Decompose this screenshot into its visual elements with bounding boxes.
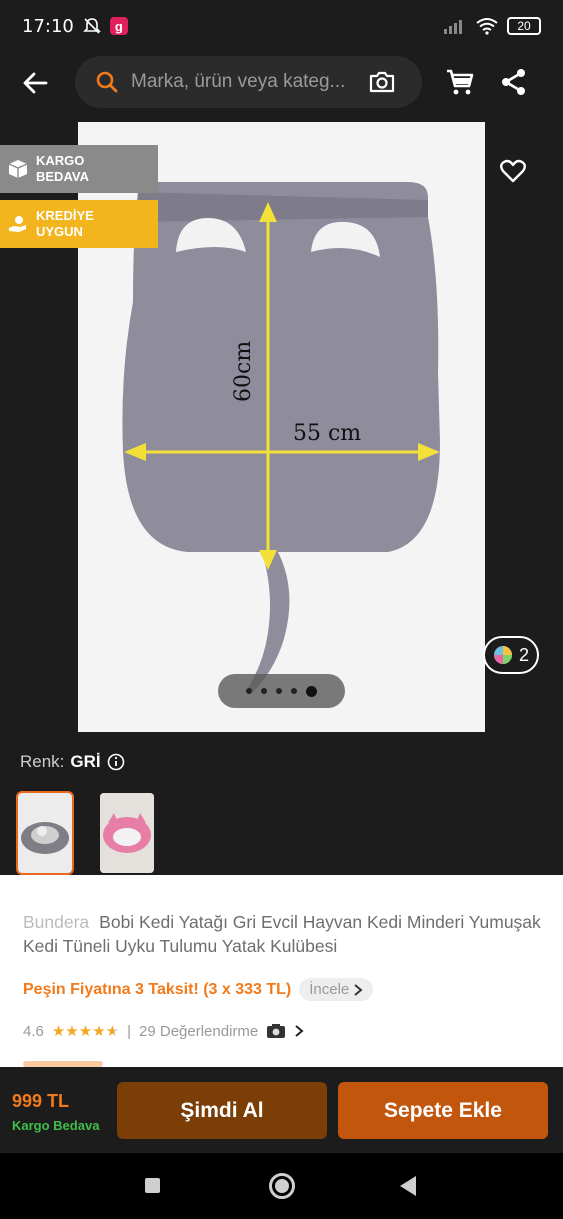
color-selector-label: Renk: GRİ <box>20 752 125 772</box>
wifi-icon <box>476 18 498 35</box>
product-info-card: Bundera Bobi Kedi Yatağı Gri Evcil Hayvan… <box>0 875 563 1067</box>
heart-icon <box>500 159 526 183</box>
back-triangle-icon[interactable] <box>400 1176 416 1196</box>
pagination-dot[interactable] <box>261 688 267 694</box>
gray-bed-thumbnail <box>18 793 72 873</box>
product-price: 999 TL <box>12 1091 70 1111</box>
search-bar[interactable]: Marka, ürün veya kateg... <box>75 56 422 108</box>
product-name: Bobi Kedi Yatağı Gri Evcil Hayvan Kedi M… <box>23 912 541 956</box>
search-icon <box>96 71 118 93</box>
arrow-left-icon <box>23 72 48 94</box>
review-count: 29 Değerlendirme <box>139 1022 259 1040</box>
divider: | <box>127 1022 132 1040</box>
recents-icon[interactable] <box>145 1178 160 1193</box>
pagination-dot[interactable] <box>246 688 252 694</box>
status-time: 17:10 <box>22 15 74 37</box>
variant-count-button[interactable]: 2 <box>483 636 539 674</box>
mute-bell-icon <box>82 18 101 34</box>
free-shipping-badge: KARGO BEDAVA <box>0 145 158 193</box>
chevron-right-icon <box>354 983 363 996</box>
system-navigation-bar <box>0 1153 563 1219</box>
bottom-action-bar: 999 TL Kargo Bedava Şimdi Al Sepete Ekle <box>0 1067 563 1153</box>
top-bar: Marka, ürün veya kateg... <box>0 52 563 114</box>
color-thumbnails <box>16 791 154 875</box>
installment-row: Peşin Fiyatına 3 Taksit! (3 x 333 TL) İn… <box>23 978 374 1001</box>
credit-badge: KREDİYE UYGUN <box>0 200 158 248</box>
rating-stars: ★★★★★ <box>51 1023 120 1040</box>
box-icon <box>8 160 28 178</box>
favorite-button[interactable] <box>488 146 538 196</box>
height-label: 60cm <box>231 341 256 402</box>
badge-cargo-line1: KARGO <box>36 153 85 168</box>
chevron-right-icon <box>295 1025 304 1037</box>
rating-value: 4.6 <box>23 1022 44 1040</box>
color-thumbnail-pink[interactable] <box>100 793 154 873</box>
cart-icon[interactable] <box>445 68 475 96</box>
color-value: GRİ <box>70 752 101 771</box>
buy-now-button[interactable]: Şimdi Al <box>117 1082 327 1139</box>
camera-search-icon[interactable] <box>368 70 396 94</box>
installment-text: Peşin Fiyatına 3 Taksit! (3 x 333 TL) <box>23 980 292 998</box>
add-to-cart-button[interactable]: Sepete Ekle <box>338 1082 548 1139</box>
search-placeholder: Marka, ürün veya kateg... <box>131 71 346 92</box>
info-icon[interactable] <box>107 753 125 771</box>
installment-details-button[interactable]: İncele <box>299 978 374 1001</box>
app-notification-icon: g <box>109 17 128 35</box>
camera-icon <box>267 1024 286 1038</box>
badge-credit-line1: KREDİYE <box>36 208 94 223</box>
installment-details-label: İncele <box>309 981 350 998</box>
home-icon[interactable] <box>269 1173 295 1199</box>
share-icon[interactable] <box>500 68 528 96</box>
badge-cargo-line2: BEDAVA <box>36 169 89 184</box>
pagination-dot[interactable] <box>291 688 297 694</box>
pagination-dot[interactable] <box>276 688 282 694</box>
back-button[interactable] <box>0 52 70 114</box>
product-title: Bundera Bobi Kedi Yatağı Gri Evcil Hayvan… <box>23 910 543 958</box>
battery-icon: 20 <box>507 17 541 35</box>
shipping-info: Kargo Bedava <box>12 1118 100 1133</box>
product-gallery[interactable]: 60cm 55 cm KARGO BEDAVA KREDİYE UYGUN 2 <box>0 114 563 744</box>
badge-credit-line2: UYGUN <box>36 224 83 239</box>
rating-row[interactable]: 4.6 ★★★★★ | 29 Değerlendirme <box>23 1022 304 1040</box>
color-label: Renk: <box>20 752 65 771</box>
variant-count: 2 <box>518 644 529 665</box>
pagination-dot-active[interactable] <box>306 685 317 697</box>
width-label: 55 cm <box>293 421 361 446</box>
status-bar: 17:10 g 20 <box>0 0 563 52</box>
gallery-pagination <box>218 674 345 708</box>
signal-icon <box>444 20 462 34</box>
color-palette-icon <box>493 646 512 664</box>
hand-coin-icon <box>9 216 26 232</box>
color-thumbnail-gray[interactable] <box>16 791 74 875</box>
product-brand[interactable]: Bundera <box>23 912 89 932</box>
pink-bed-thumbnail <box>100 793 154 873</box>
